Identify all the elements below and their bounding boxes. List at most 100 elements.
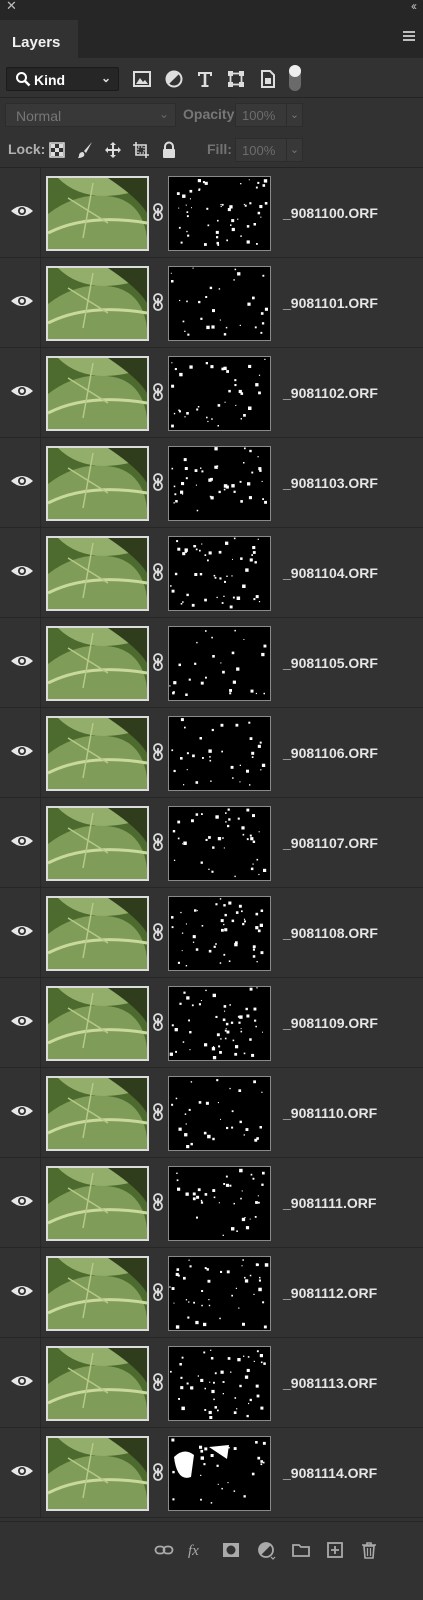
layer-row[interactable]: _9081104.ORF: [0, 528, 423, 618]
layer-mask-thumbnail[interactable]: [168, 356, 271, 431]
mask-link-icon[interactable]: [151, 472, 165, 492]
fill-field[interactable]: 100%: [235, 138, 287, 162]
layer-name[interactable]: _9081107.ORF: [283, 835, 378, 851]
tab-layers[interactable]: Layers: [0, 20, 78, 58]
layer-name[interactable]: _9081110.ORF: [283, 1105, 377, 1121]
layer-thumbnail[interactable]: [46, 446, 149, 521]
mask-link-icon[interactable]: [151, 1462, 165, 1482]
layer-row[interactable]: _9081107.ORF: [0, 798, 423, 888]
layer-row[interactable]: _9081106.ORF: [0, 708, 423, 798]
layer-name[interactable]: _9081104.ORF: [283, 565, 378, 581]
close-icon[interactable]: ✕: [6, 0, 17, 13]
mask-link-icon[interactable]: [151, 562, 165, 582]
smart-object-filter-icon[interactable]: [258, 69, 278, 89]
layer-name[interactable]: _9081103.ORF: [283, 475, 378, 491]
visibility-eye-icon[interactable]: [10, 293, 34, 309]
layer-name[interactable]: _9081100.ORF: [283, 205, 378, 221]
opacity-chevron-icon[interactable]: ⌄: [286, 103, 303, 127]
shape-filter-icon[interactable]: [226, 69, 246, 89]
mask-link-icon[interactable]: [151, 652, 165, 672]
layer-row[interactable]: _9081108.ORF: [0, 888, 423, 978]
collapse-panels-icon[interactable]: ‹‹: [411, 0, 417, 13]
layer-row[interactable]: _9081101.ORF: [0, 258, 423, 348]
delete-layer-icon[interactable]: [359, 1540, 379, 1560]
visibility-eye-icon[interactable]: [10, 473, 34, 489]
panel-menu-icon[interactable]: [403, 31, 415, 41]
filter-toggle-icon[interactable]: [289, 65, 301, 91]
layer-row[interactable]: _9081113.ORF: [0, 1338, 423, 1428]
visibility-eye-icon[interactable]: [10, 1013, 34, 1029]
layer-mask-thumbnail[interactable]: [168, 1256, 271, 1331]
opacity-field[interactable]: 100%: [235, 103, 287, 127]
mask-link-icon[interactable]: [151, 1282, 165, 1302]
mask-link-icon[interactable]: [151, 922, 165, 942]
layer-mask-thumbnail[interactable]: [168, 446, 271, 521]
prevent-autonest-icon[interactable]: [132, 141, 150, 159]
layer-name[interactable]: _9081111.ORF: [283, 1195, 376, 1211]
layer-row[interactable]: _9081110.ORF: [0, 1068, 423, 1158]
layer-mask-thumbnail[interactable]: [168, 176, 271, 251]
layer-name[interactable]: _9081105.ORF: [283, 655, 378, 671]
layer-row[interactable]: _9081111.ORF: [0, 1158, 423, 1248]
layer-row[interactable]: _9081103.ORF: [0, 438, 423, 528]
layer-thumbnail[interactable]: [46, 176, 149, 251]
layer-thumbnail[interactable]: [46, 806, 149, 881]
visibility-eye-icon[interactable]: [10, 653, 34, 669]
mask-link-icon[interactable]: [151, 1012, 165, 1032]
layer-name[interactable]: _9081113.ORF: [283, 1375, 377, 1391]
add-mask-icon[interactable]: [221, 1540, 241, 1560]
lock-position-icon[interactable]: [104, 141, 122, 159]
layer-thumbnail[interactable]: [46, 1436, 149, 1511]
layer-thumbnail[interactable]: [46, 896, 149, 971]
mask-link-icon[interactable]: [151, 202, 165, 222]
adjustment-filter-icon[interactable]: [164, 69, 184, 89]
mask-link-icon[interactable]: [151, 832, 165, 852]
mask-link-icon[interactable]: [151, 742, 165, 762]
lock-all-icon[interactable]: [160, 141, 178, 159]
mask-link-icon[interactable]: [151, 1192, 165, 1212]
layer-name[interactable]: _9081114.ORF: [283, 1465, 377, 1481]
blend-mode-select[interactable]: Normal ⌄: [5, 103, 176, 127]
mask-link-icon[interactable]: [151, 292, 165, 312]
layer-row[interactable]: _9081105.ORF: [0, 618, 423, 708]
new-layer-icon[interactable]: [325, 1540, 345, 1560]
layer-row[interactable]: _9081102.ORF: [0, 348, 423, 438]
visibility-eye-icon[interactable]: [10, 743, 34, 759]
layer-mask-thumbnail[interactable]: [168, 1076, 271, 1151]
type-filter-icon[interactable]: [195, 69, 215, 89]
visibility-eye-icon[interactable]: [10, 563, 34, 579]
lock-image-pixels-icon[interactable]: [76, 141, 94, 159]
layer-row[interactable]: _9081112.ORF: [0, 1248, 423, 1338]
layer-mask-thumbnail[interactable]: [168, 896, 271, 971]
layer-thumbnail[interactable]: [46, 1076, 149, 1151]
adjustment-layer-icon[interactable]: [256, 1540, 276, 1560]
layer-mask-thumbnail[interactable]: [168, 986, 271, 1061]
visibility-eye-icon[interactable]: [10, 1103, 34, 1119]
layer-thumbnail[interactable]: [46, 986, 149, 1061]
visibility-eye-icon[interactable]: [10, 833, 34, 849]
layer-name[interactable]: _9081101.ORF: [283, 295, 378, 311]
layer-thumbnail[interactable]: [46, 1166, 149, 1241]
layer-name[interactable]: _9081106.ORF: [283, 745, 378, 761]
layer-name[interactable]: _9081108.ORF: [283, 925, 378, 941]
layer-thumbnail[interactable]: [46, 266, 149, 341]
visibility-eye-icon[interactable]: [10, 1373, 34, 1389]
link-layers-icon[interactable]: [154, 1540, 174, 1560]
layer-name[interactable]: _9081102.ORF: [283, 385, 378, 401]
layer-thumbnail[interactable]: [46, 716, 149, 791]
fill-chevron-icon[interactable]: ⌄: [286, 138, 303, 162]
layer-mask-thumbnail[interactable]: [168, 1436, 271, 1511]
visibility-eye-icon[interactable]: [10, 1283, 34, 1299]
layer-thumbnail[interactable]: [46, 536, 149, 611]
layer-mask-thumbnail[interactable]: [168, 716, 271, 791]
mask-link-icon[interactable]: [151, 1102, 165, 1122]
layer-mask-thumbnail[interactable]: [168, 806, 271, 881]
layer-thumbnail[interactable]: [46, 1256, 149, 1331]
mask-link-icon[interactable]: [151, 1372, 165, 1392]
layer-mask-thumbnail[interactable]: [168, 1166, 271, 1241]
layer-row[interactable]: _9081100.ORF: [0, 168, 423, 258]
visibility-eye-icon[interactable]: [10, 923, 34, 939]
layer-thumbnail[interactable]: [46, 1346, 149, 1421]
layer-mask-thumbnail[interactable]: [168, 266, 271, 341]
visibility-eye-icon[interactable]: [10, 1463, 34, 1479]
